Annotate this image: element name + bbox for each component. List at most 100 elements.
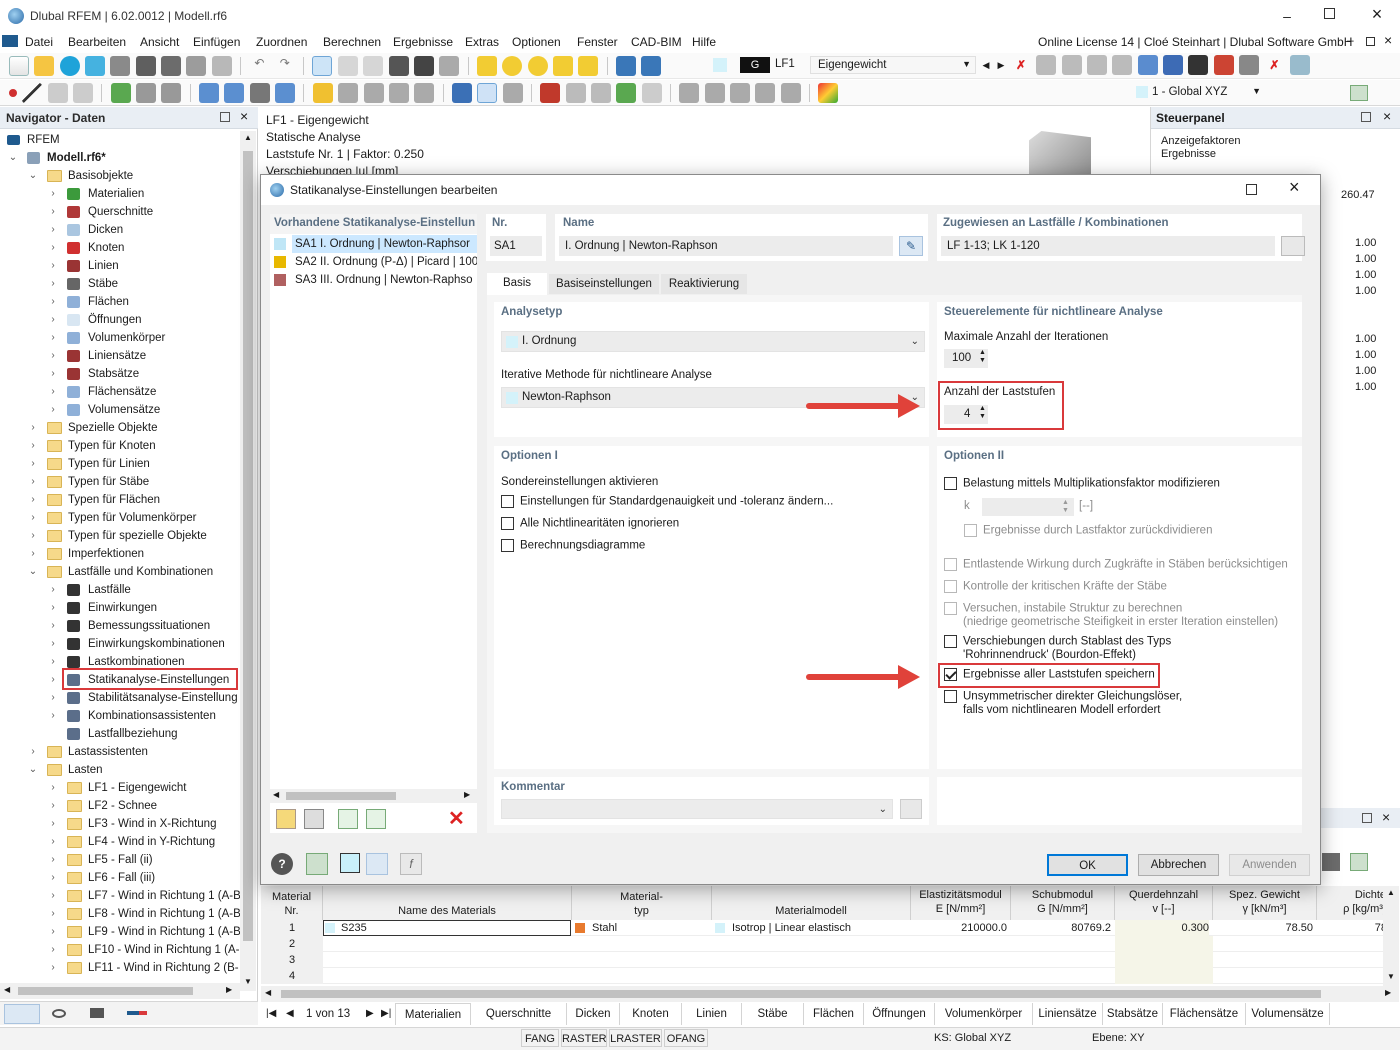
dialog-maximize-button[interactable] — [1246, 184, 1257, 195]
tree-item-tl[interactable]: › Typen für Linien — [0, 455, 240, 473]
tree-item-ka[interactable]: › Kombinationsassistenten — [0, 707, 240, 725]
scroll-down-icon[interactable]: ▼ — [1387, 972, 1395, 981]
axial-icon[interactable] — [616, 83, 637, 103]
tree-item-lfb[interactable]: Lastfallbeziehung — [0, 725, 240, 743]
tree-item-spez[interactable]: › Spezielle Objekte — [0, 419, 240, 437]
name-field[interactable]: I. Ordnung | Newton-Raphson — [559, 236, 893, 256]
print-preview-icon[interactable] — [110, 56, 131, 76]
tree-item-lasten[interactable]: ⌄ Lasten — [0, 761, 240, 779]
tree-item-load-8[interactable]: › LF8 - Wind in Richtung 1 (A-B — [0, 905, 240, 923]
tree-item-load-6[interactable]: › LF6 - Fall (iii) — [0, 869, 240, 887]
menu-cad-bim[interactable]: CAD-BIM — [631, 35, 682, 49]
member-icon[interactable] — [1087, 55, 1108, 75]
close-icon[interactable]: × — [240, 108, 248, 124]
table-tab-11[interactable]: Flächensätze — [1163, 1003, 1246, 1025]
checkbox[interactable] — [944, 580, 957, 593]
chevron-right-icon[interactable]: › — [48, 851, 58, 869]
tree-item-bem[interactable]: › Bemessungssituationen — [0, 617, 240, 635]
scroll-up-icon[interactable]: ▲ — [1387, 888, 1395, 897]
chevron-right-icon[interactable]: › — [48, 329, 58, 347]
tree-item-liniensaetze[interactable]: › Liniensätze — [0, 347, 240, 365]
menu-bearbeiten[interactable]: Bearbeiten — [68, 35, 126, 49]
chevron-right-icon[interactable]: › — [48, 311, 58, 329]
checkbox[interactable] — [944, 558, 957, 571]
chevron-down-icon[interactable]: ⌄ — [28, 761, 38, 779]
mirror-icon[interactable] — [388, 83, 409, 103]
option-tolerance[interactable]: Einstellungen für Standardgenauigkeit un… — [501, 495, 833, 508]
shear-icon[interactable] — [565, 83, 586, 103]
dropdown-cell[interactable] — [323, 920, 571, 936]
tree-item-la[interactable]: › Lastassistenten — [0, 743, 240, 761]
chevron-right-icon[interactable]: › — [48, 617, 58, 635]
grid-snap-icon[interactable] — [755, 83, 776, 103]
tree-item-load-3[interactable]: › LF3 - Wind in X-Richtung — [0, 815, 240, 833]
close-icon[interactable]: × — [1382, 809, 1390, 825]
scroll-right-icon[interactable]: ▶ — [1385, 988, 1391, 997]
view-mode-icon[interactable] — [1137, 55, 1158, 75]
chevron-right-icon[interactable]: › — [28, 419, 38, 437]
menu-berechnen[interactable]: Berechnen — [323, 35, 381, 49]
menu-ergebnisse[interactable]: Ergebnisse — [393, 35, 453, 49]
analysis-type-select[interactable]: I. Ordnung ⌄ — [501, 331, 925, 352]
chevron-down-icon[interactable]: ⌄ — [28, 563, 38, 581]
pager-prev[interactable]: ◀ — [286, 1008, 294, 1019]
split-view-icon[interactable] — [363, 56, 384, 76]
scroll-left-icon[interactable]: ◀ — [273, 790, 279, 799]
grid-view-icon[interactable] — [337, 56, 358, 76]
tree-basisobjekte[interactable]: ⌄ Basisobjekte — [0, 167, 240, 185]
chevron-right-icon[interactable]: › — [48, 653, 58, 671]
color-swatch-icon[interactable] — [340, 853, 360, 873]
tree-item-ek[interactable]: › Einwirkungskombinationen — [0, 635, 240, 653]
filter-icon[interactable] — [451, 83, 472, 103]
pin-icon[interactable] — [1361, 112, 1371, 122]
chevron-right-icon[interactable]: › — [48, 635, 58, 653]
dialog-close-button[interactable]: × — [1289, 177, 1300, 198]
pager-last[interactable]: ▶| — [381, 1008, 391, 1019]
checkbox[interactable] — [944, 477, 957, 490]
chevron-right-icon[interactable]: › — [48, 815, 58, 833]
chevron-right-icon[interactable]: › — [48, 833, 58, 851]
axis-icon[interactable] — [1112, 55, 1133, 75]
assigned-field[interactable]: LF 1-13; LK 1-120 — [941, 236, 1275, 256]
tree-item-load-4[interactable]: › LF4 - Wind in Y-Richtung — [0, 833, 240, 851]
menu-ansicht[interactable]: Ansicht — [140, 35, 179, 49]
units-icon[interactable] — [366, 853, 388, 875]
cancel-button[interactable]: Abbrechen — [1138, 854, 1219, 876]
chevron-right-icon[interactable]: › — [28, 527, 38, 545]
tree-item-tv[interactable]: › Typen für Volumenkörper — [0, 509, 240, 527]
dimension-icon[interactable] — [161, 83, 182, 103]
chevron-right-icon[interactable]: › — [28, 437, 38, 455]
chevron-right-icon[interactable]: › — [48, 383, 58, 401]
tree-root[interactable]: RFEM — [0, 131, 240, 149]
chevron-right-icon[interactable]: › — [28, 491, 38, 509]
formula-icon[interactable]: f — [400, 853, 422, 875]
cloud-icon[interactable] — [59, 56, 80, 76]
maximize-button[interactable] — [1317, 8, 1341, 22]
undo-icon[interactable]: ↶ — [249, 56, 269, 76]
minimize-button[interactable]: – — [1272, 8, 1302, 24]
tree-item-einw[interactable]: › Einwirkungen — [0, 599, 240, 617]
surface-icon[interactable] — [110, 83, 131, 103]
copy-icon[interactable] — [338, 83, 359, 103]
menu-fenster[interactable]: Fenster — [577, 35, 618, 49]
check-uncheck-icon[interactable] — [366, 809, 386, 829]
tree-item-mat[interactable]: › Materialien — [0, 185, 240, 203]
scroll-thumb[interactable] — [243, 151, 253, 941]
edit-name-icon[interactable]: ✎ — [899, 236, 923, 256]
menu-extras[interactable]: Extras — [465, 35, 499, 49]
chevron-right-icon[interactable]: › — [48, 941, 58, 959]
status-fang[interactable]: FANG — [521, 1029, 559, 1047]
comment-edit-icon[interactable] — [900, 799, 922, 819]
tree-item-stabsaetze[interactable]: › Stabsätze — [0, 365, 240, 383]
save-icon[interactable] — [135, 56, 156, 76]
view-options-icon[interactable] — [1350, 85, 1368, 101]
list-item-sa1[interactable]: SA1 I. Ordnung | Newton-Raphsor — [270, 235, 477, 253]
status-lraster[interactable]: LRASTER — [609, 1029, 662, 1047]
status-ofang[interactable]: OFANG — [664, 1029, 708, 1047]
checkbox[interactable] — [944, 635, 957, 648]
slope-icon[interactable] — [641, 83, 662, 103]
report-icon[interactable] — [186, 56, 207, 76]
tree-item-tk[interactable]: › Typen für Knoten — [0, 437, 240, 455]
target-icon[interactable] — [527, 56, 548, 76]
chevron-right-icon[interactable]: › — [48, 347, 58, 365]
